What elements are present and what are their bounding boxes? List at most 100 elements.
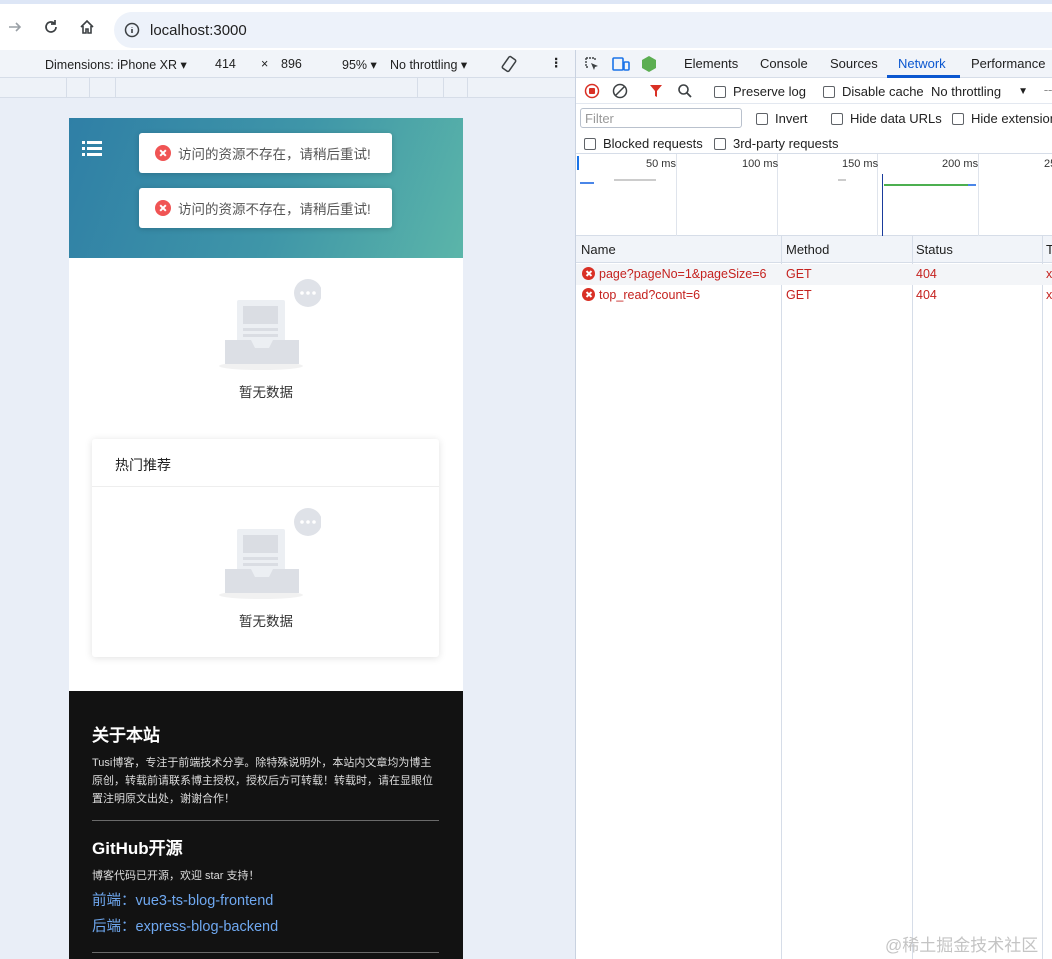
home-icon[interactable] — [77, 17, 97, 37]
request-status: 404 — [916, 267, 937, 281]
vue-devtools-icon[interactable] — [641, 55, 657, 76]
checkbox-box[interactable] — [584, 137, 596, 150]
about-title: 关于本站 — [92, 726, 160, 745]
devtools-panel: Elements Console Sources Network Perform… — [576, 50, 1052, 959]
timeline-bar — [580, 182, 594, 184]
rotate-icon[interactable] — [500, 55, 518, 76]
toast-message: 访问的资源不存在，请稍后重试! — [178, 147, 371, 162]
request-status: 404 — [916, 288, 937, 302]
forward-icon[interactable] — [5, 17, 25, 37]
column-status[interactable]: Status — [916, 242, 953, 257]
column-divider — [912, 236, 913, 959]
dimensions-dropdown[interactable]: Dimensions: iPhone XR ▾ — [45, 57, 187, 72]
mobile-page: 访问的资源不存在，请稍后重试! 访问的资源不存在，请稍后重试! 暂无数据 热门推… — [69, 118, 463, 959]
request-row[interactable]: page?pageNo=1&pageSize=6 GET 404 x — [576, 264, 1052, 285]
site-footer: 关于本站 Tusi博客，专注于前端技术分享。除特殊说明外，本站内文章均为博主原创… — [69, 691, 463, 959]
request-row[interactable]: top_read?count=6 GET 404 x — [576, 285, 1052, 306]
network-conditions-icon[interactable]: ⤏ — [1044, 82, 1052, 98]
empty-state: 暂无数据 — [206, 507, 326, 630]
clear-icon[interactable] — [612, 83, 628, 102]
timeline-label: 100 ms — [742, 158, 779, 170]
timeline-marker — [577, 156, 579, 170]
address-bar[interactable]: localhost:3000 — [114, 12, 1052, 48]
tab-network[interactable]: Network — [898, 56, 946, 71]
timeline-bar — [968, 184, 976, 186]
zoom-dropdown[interactable]: 95% ▾ — [342, 57, 377, 72]
checkbox-box[interactable] — [756, 112, 768, 125]
empty-text: 暂无数据 — [239, 385, 293, 400]
invert-checkbox[interactable]: Invert — [756, 111, 808, 126]
request-type: x — [1046, 288, 1052, 302]
preserve-log-checkbox[interactable]: Preserve log — [714, 84, 806, 99]
tab-console[interactable]: Console — [760, 56, 808, 71]
timeline-bar — [884, 184, 968, 186]
network-throttling-dropdown[interactable]: No throttling ▼ — [931, 84, 1028, 99]
column-divider — [1042, 236, 1043, 959]
record-stop-icon[interactable] — [584, 83, 600, 102]
filter-bar: Filter Invert Hide data URLs Hide extens… — [576, 104, 1052, 130]
github-title: GitHub开源 — [92, 839, 183, 858]
checkbox-box[interactable] — [714, 85, 726, 98]
timeline-label: 50 ms — [646, 158, 676, 170]
request-name: page?pageNo=1&pageSize=6 — [599, 267, 767, 281]
media-query-ruler — [0, 78, 576, 98]
column-divider — [781, 236, 782, 959]
about-text: Tusi博客，专注于前端技术分享。除特殊说明外，本站内文章均为博主原创，转载前请… — [92, 757, 433, 805]
timeline-label: 200 ms — [942, 158, 979, 170]
timeline-cursor — [882, 174, 883, 236]
hot-recommend-card: 热门推荐 暂无数据 — [92, 439, 439, 657]
column-type[interactable]: T — [1046, 242, 1052, 257]
checkbox-box[interactable] — [823, 85, 835, 98]
column-method[interactable]: Method — [786, 242, 829, 257]
request-filter-bar: Blocked requests 3rd-party requests — [576, 130, 1052, 154]
empty-state: 暂无数据 — [206, 278, 326, 401]
error-icon — [155, 145, 171, 161]
network-overview-timeline[interactable]: 50 ms 100 ms 150 ms 200 ms 25 — [576, 154, 1052, 236]
error-toast: 访问的资源不存在，请稍后重试! — [139, 133, 392, 173]
url-text[interactable]: localhost:3000 — [150, 22, 247, 39]
checkbox-box[interactable] — [831, 112, 843, 125]
github-text: 博客代码已开源，欢迎 star 支持！ — [92, 870, 260, 882]
filter-input[interactable]: Filter — [580, 108, 742, 128]
hide-data-urls-checkbox[interactable]: Hide data URLs — [831, 111, 942, 126]
width-input[interactable]: 414 — [215, 57, 236, 71]
timeline-bar — [838, 179, 846, 181]
throttling-dropdown[interactable]: No throttling ▾ — [390, 57, 467, 72]
error-icon — [155, 200, 171, 216]
more-options-icon[interactable]: ⋮ — [550, 55, 563, 70]
checkbox-box[interactable] — [714, 137, 726, 150]
empty-text: 暂无数据 — [239, 614, 293, 629]
device-toolbar: Dimensions: iPhone XR ▾ 414 × 896 95% ▾ … — [0, 50, 576, 78]
card-title: 热门推荐 — [92, 439, 439, 487]
error-icon — [582, 288, 595, 301]
filter-icon[interactable] — [649, 83, 663, 102]
timeline-label: 150 ms — [842, 158, 879, 170]
requests-table-header: Name Method Status T — [576, 236, 1052, 263]
empty-inbox-icon — [219, 279, 322, 370]
toast-message: 访问的资源不存在，请稍后重试! — [178, 202, 371, 217]
inspect-element-icon[interactable] — [584, 56, 600, 75]
timeline-bar — [614, 179, 656, 181]
reload-icon[interactable] — [41, 17, 61, 37]
timeline-label: 25 — [1044, 158, 1052, 170]
frontend-repo-link[interactable]: 前端：vue3-ts-blog-frontend — [92, 889, 273, 910]
column-name[interactable]: Name — [581, 242, 616, 257]
browser-toolbar: localhost:3000 — [0, 4, 1052, 50]
tab-sources[interactable]: Sources — [830, 56, 878, 71]
backend-repo-link[interactable]: 后端：express-blog-backend — [92, 915, 278, 936]
menu-icon[interactable] — [82, 140, 102, 156]
request-name: top_read?count=6 — [599, 288, 701, 302]
blocked-requests-checkbox[interactable]: Blocked requests — [584, 136, 703, 151]
tab-elements[interactable]: Elements — [684, 56, 738, 71]
error-icon — [582, 267, 595, 280]
height-input[interactable]: 896 — [281, 57, 302, 71]
device-toggle-icon[interactable] — [612, 56, 630, 75]
search-icon[interactable] — [677, 83, 693, 102]
third-party-checkbox[interactable]: 3rd-party requests — [714, 136, 839, 151]
checkbox-box[interactable] — [952, 112, 964, 125]
site-info-icon[interactable] — [124, 22, 140, 41]
network-toolbar: Preserve log Disable cache No throttling… — [576, 78, 1052, 104]
disable-cache-checkbox[interactable]: Disable cache — [823, 84, 924, 99]
tab-performance[interactable]: Performance — [971, 56, 1045, 71]
hide-extension-checkbox[interactable]: Hide extension — [952, 111, 1052, 126]
